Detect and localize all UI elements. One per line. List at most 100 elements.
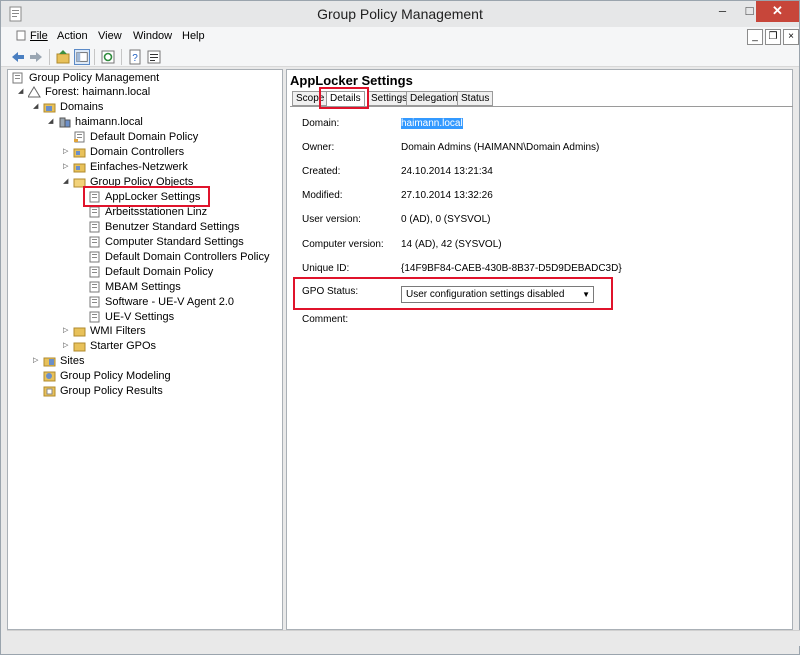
owner-label: Owner: [302, 142, 335, 153]
domains-icon [43, 103, 56, 113]
menu-help[interactable]: Help [182, 30, 205, 42]
title-bar: Group Policy Management – □ ✕ [1, 1, 799, 27]
tree-item-label: Group Policy Modeling [60, 370, 171, 382]
close-button[interactable]: ✕ [756, 1, 799, 22]
created-label: Created: [302, 166, 341, 177]
toolbar-separator [49, 49, 50, 65]
expand-arrow-icon[interactable]: ▷ [63, 163, 71, 171]
menu-bar: File Action View Window Help _ ❐ × [1, 27, 799, 47]
modified-label: Modified: [302, 190, 343, 201]
mdi-close-button[interactable]: × [783, 29, 799, 45]
gpo-icon [89, 236, 100, 248]
expand-arrow-icon[interactable]: ▷ [63, 327, 71, 335]
gpm-root-icon [12, 72, 23, 84]
console-tree: Group Policy Management ◢ Forest: haiman… [7, 69, 283, 630]
collapse-arrow-icon[interactable]: ◢ [33, 103, 41, 111]
collapse-arrow-icon[interactable]: ◢ [63, 178, 71, 186]
gpo-icon [89, 221, 100, 233]
details-pane: AppLocker Settings Scope Details Setting… [286, 69, 793, 630]
mdi-minimize-button[interactable]: _ [747, 29, 763, 45]
owner-value: Domain Admins (HAIMANN\Domain Admins) [401, 142, 600, 153]
tree-item-label: Einfaches-Netzwerk [90, 161, 188, 173]
tree-item-label: haimann.local [75, 116, 143, 128]
gpo-status-highlight-box [293, 277, 613, 310]
tree-item-label: Arbeitsstationen Linz [105, 206, 208, 218]
forward-arrow-icon[interactable] [28, 49, 44, 65]
domain-icon [59, 117, 71, 128]
modified-value: 27.10.2014 13:32:26 [401, 190, 493, 201]
tree-item-label: Starter GPOs [90, 340, 157, 352]
expand-arrow-icon[interactable]: ▷ [63, 342, 71, 350]
expand-arrow-icon[interactable]: ▷ [33, 357, 41, 365]
domain-value[interactable]: haimann.local [401, 118, 463, 129]
modeling-icon [43, 371, 56, 382]
tree-item-label: Sites [60, 355, 85, 367]
horizontal-scrollbar[interactable] [7, 630, 800, 646]
user-version-value: 0 (AD), 0 (SYSVOL) [401, 214, 491, 225]
tab-settings[interactable]: Settings [367, 91, 412, 106]
expand-arrow-icon[interactable]: ▷ [63, 148, 71, 156]
unique-id-label: Unique ID: [302, 263, 350, 274]
toolbar-separator [121, 49, 122, 65]
user-version-label: User version: [302, 214, 361, 225]
gpo-icon [89, 251, 100, 263]
folder-icon [73, 327, 86, 337]
menu-file-label: File [30, 30, 48, 42]
menu-action[interactable]: Action [57, 30, 88, 42]
menu-view-label: View [98, 30, 122, 42]
results-icon [43, 386, 56, 397]
up-folder-icon[interactable] [55, 49, 71, 65]
tree-item-label: Domain Controllers [90, 146, 185, 158]
domain-label: Domain: [302, 118, 340, 129]
gpo-icon [89, 266, 100, 278]
properties-icon[interactable] [146, 49, 162, 65]
tree-item-label: Domains [60, 101, 104, 113]
menu-window-label: Window [133, 30, 173, 42]
window: Group Policy Management – □ ✕ File Actio… [0, 0, 800, 655]
tree-item-label: WMI Filters [90, 325, 146, 337]
computer-version-value: 14 (AD), 42 (SYSVOL) [401, 239, 502, 250]
toolbar-separator [94, 49, 95, 65]
created-value: 24.10.2014 13:21:34 [401, 166, 493, 177]
tree-item-label: Group Policy Management [29, 72, 160, 84]
menu-window[interactable]: Window [133, 30, 172, 42]
back-arrow-icon[interactable] [10, 49, 26, 65]
menu-action-label: Action [57, 30, 88, 42]
help-icon[interactable]: ? [127, 49, 143, 65]
gpo-heading: AppLocker Settings [290, 73, 413, 88]
gpo-icon [89, 311, 100, 323]
menu-file[interactable]: File [16, 30, 48, 42]
tree-item-label: Group Policy Results [60, 385, 163, 397]
tree-item-label: Computer Standard Settings [105, 236, 244, 248]
details-tab-highlight-box [319, 87, 369, 109]
minimize-button[interactable]: – [709, 1, 736, 22]
tree-item-label: Software - UE-V Agent 2.0 [105, 296, 235, 308]
computer-version-label: Computer version: [302, 239, 384, 250]
tree-item-label: Forest: haimann.local [45, 86, 151, 98]
collapse-arrow-icon[interactable]: ◢ [18, 88, 26, 96]
mdi-restore-button[interactable]: ❐ [765, 29, 781, 45]
details-tab-panel: Domain: haimann.local Owner: Domain Admi… [290, 106, 793, 630]
gpo-icon [89, 281, 100, 293]
toolbar: ? [1, 47, 799, 67]
tree-item-label: MBAM Settings [105, 281, 181, 293]
tab-delegation[interactable]: Delegation [406, 91, 462, 106]
folder-icon [73, 342, 86, 352]
ou-folder-icon [73, 163, 86, 173]
menu-view[interactable]: View [98, 30, 122, 42]
window-title: Group Policy Management [317, 6, 483, 22]
gpo-icon [89, 206, 100, 218]
show-hide-console-tree-icon[interactable] [74, 49, 90, 65]
ou-folder-icon [73, 148, 86, 158]
tree-item-label: Benutzer Standard Settings [105, 221, 240, 233]
menu-help-label: Help [182, 30, 205, 42]
unique-id-value: {14F9BF84-CAEB-430B-8B37-D5D9DEBADC3D} [401, 263, 622, 274]
sites-icon [43, 357, 56, 367]
comment-label: Comment: [302, 314, 349, 325]
tree-item-label: UE-V Settings [105, 311, 175, 323]
tab-status[interactable]: Status [457, 91, 494, 106]
applocker-highlight-box [83, 186, 210, 207]
refresh-icon[interactable] [100, 49, 116, 65]
collapse-arrow-icon[interactable]: ◢ [48, 118, 56, 126]
tree-item-label: Default Domain Policy [90, 131, 199, 143]
